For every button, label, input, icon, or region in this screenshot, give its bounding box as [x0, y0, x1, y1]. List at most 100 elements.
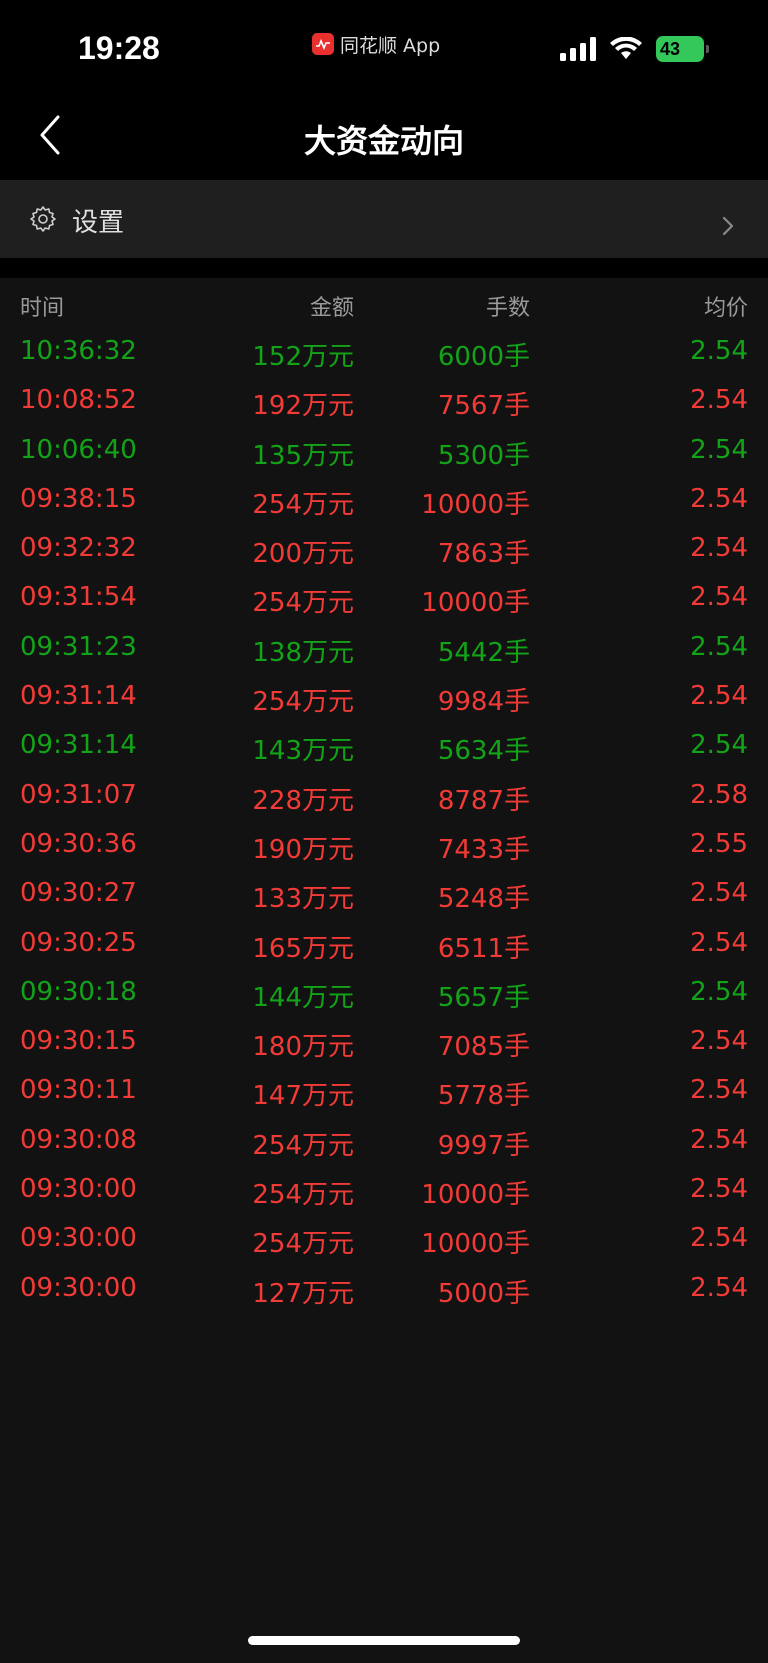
gear-icon — [30, 206, 56, 232]
table-row: 09:32:32 200万元 7863手 2.54 — [0, 525, 768, 574]
section-divider — [0, 258, 768, 278]
cell-shares: 5634手 — [437, 736, 530, 767]
cell-time: 09:30:36 — [20, 828, 137, 859]
cell-shares: 10000手 — [421, 1229, 530, 1260]
table-row: 10:06:40 135万元 5300手 2.54 — [0, 427, 768, 476]
header-amount: 金额 — [309, 296, 354, 321]
table-row: 09:31:54 254万元 10000手 2.54 — [0, 574, 768, 623]
status-bar: 19:28 同花顺 App 43 — [0, 0, 768, 90]
cell-time: 10:36:32 — [20, 336, 137, 366]
cell-time: 09:30:00 — [20, 1272, 137, 1303]
cell-time: 09:31:14 — [20, 730, 137, 761]
cell-price: 2.54 — [690, 336, 748, 366]
cell-shares: 5000手 — [437, 1278, 530, 1309]
cell-time: 09:30:18 — [20, 976, 137, 1007]
cell-time: 09:30:11 — [20, 1075, 137, 1106]
cell-time: 09:30:25 — [20, 927, 137, 958]
cell-price: 2.54 — [690, 1272, 748, 1303]
table-row: 09:30:00 127万元 5000手 2.54 — [0, 1265, 768, 1314]
cell-amount: 180万元 — [252, 1032, 354, 1063]
table-row: 09:30:08 254万元 9997手 2.54 — [0, 1117, 768, 1166]
status-app-indicator[interactable]: 同花顺 App — [312, 32, 441, 57]
table-row: 09:30:36 190万元 7433手 2.55 — [0, 821, 768, 870]
cell-price: 2.54 — [690, 483, 748, 514]
cell-price: 2.54 — [690, 1026, 748, 1057]
cell-amount: 133万元 — [252, 884, 354, 915]
cell-shares: 5442手 — [437, 637, 530, 668]
table-body: 10:36:32 152万元 6000手 2.54 10:08:52 192万元 7567手… — [0, 328, 768, 1314]
cell-time: 09:30:27 — [20, 878, 137, 909]
app-logo-icon — [312, 33, 334, 55]
big-money-table: 时间 金额 手数 均价 10:36:32 152万元 6000手 2.54 10:08:… — [0, 278, 768, 1314]
page-title: 大资金动向 — [303, 122, 464, 160]
cell-time: 09:31:54 — [20, 582, 137, 613]
cell-shares: 10000手 — [421, 489, 530, 520]
battery-icon: 43 — [656, 36, 709, 62]
cell-time: 09:38:15 — [20, 483, 137, 514]
cell-amount: 228万元 — [252, 785, 354, 816]
cell-shares: 10000手 — [421, 588, 530, 619]
cell-amount: 192万元 — [252, 391, 354, 422]
settings-label: 设置 — [72, 208, 125, 238]
cell-amount: 190万元 — [252, 834, 354, 865]
table-row: 09:31:07 228万元 8787手 2.58 — [0, 772, 768, 821]
cellular-signal-icon — [560, 37, 596, 61]
cell-amount: 254万元 — [252, 1229, 354, 1260]
table-row: 09:30:15 180万元 7085手 2.54 — [0, 1018, 768, 1067]
header-price: 均价 — [703, 296, 748, 321]
cell-time: 10:06:40 — [20, 434, 137, 465]
cell-amount: 147万元 — [252, 1081, 354, 1112]
status-app-name: 同花顺 App — [340, 34, 441, 57]
cell-time: 09:31:07 — [20, 779, 137, 810]
table-row: 09:30:27 133万元 5248手 2.54 — [0, 870, 768, 919]
cell-time: 09:32:32 — [20, 533, 137, 564]
cell-time: 09:31:23 — [20, 631, 137, 662]
table-header: 时间 金额 手数 均价 — [0, 278, 768, 328]
battery-level: 43 — [660, 39, 681, 59]
cell-price: 2.54 — [690, 976, 748, 1007]
cell-shares: 9997手 — [437, 1130, 530, 1161]
cell-price: 2.54 — [690, 434, 748, 465]
cell-price: 2.55 — [690, 828, 748, 859]
table-row: 09:30:00 254万元 10000手 2.54 — [0, 1166, 768, 1215]
cell-amount: 135万元 — [252, 440, 354, 471]
table-row: 09:30:25 165万元 6511手 2.54 — [0, 920, 768, 969]
cell-price: 2.54 — [690, 878, 748, 909]
cell-price: 2.54 — [690, 631, 748, 662]
cell-amount: 200万元 — [252, 539, 354, 570]
cell-amount: 152万元 — [252, 342, 354, 372]
cell-shares: 5657手 — [437, 982, 530, 1013]
cell-time: 09:30:00 — [20, 1223, 137, 1254]
cell-price: 2.54 — [690, 1075, 748, 1106]
cell-price: 2.54 — [690, 1223, 748, 1254]
home-indicator[interactable] — [248, 1636, 520, 1645]
cell-shares: 5300手 — [437, 440, 530, 471]
cell-amount: 254万元 — [252, 687, 354, 718]
cell-shares: 6000手 — [437, 342, 530, 372]
cell-time: 10:08:52 — [20, 385, 137, 416]
status-time: 19:28 — [78, 30, 160, 66]
cell-shares: 8787手 — [437, 785, 530, 816]
cell-time: 09:30:15 — [20, 1026, 137, 1057]
table-row: 09:30:00 254万元 10000手 2.54 — [0, 1215, 768, 1264]
cell-price: 2.58 — [690, 779, 748, 810]
cell-shares: 7567手 — [437, 391, 530, 422]
cell-shares: 9984手 — [437, 687, 530, 718]
settings-row[interactable]: 设置 — [0, 180, 768, 258]
table-row: 09:31:14 143万元 5634手 2.54 — [0, 722, 768, 771]
wifi-icon — [610, 37, 642, 59]
table-row: 09:30:11 147万元 5778手 2.54 — [0, 1067, 768, 1116]
cell-amount: 254万元 — [252, 588, 354, 619]
cell-shares: 6511手 — [437, 933, 530, 964]
cell-amount: 165万元 — [252, 933, 354, 964]
cell-time: 09:30:08 — [20, 1124, 137, 1155]
table-row: 09:31:14 254万元 9984手 2.54 — [0, 673, 768, 722]
cell-shares: 5248手 — [437, 884, 530, 915]
cell-price: 2.54 — [690, 730, 748, 761]
cell-amount: 127万元 — [252, 1278, 354, 1309]
table-row: 10:36:32 152万元 6000手 2.54 — [0, 328, 768, 377]
cell-price: 2.54 — [690, 1124, 748, 1155]
cell-price: 2.54 — [690, 385, 748, 416]
cell-amount: 254万元 — [252, 1130, 354, 1161]
status-icons: 43 — [560, 36, 709, 62]
